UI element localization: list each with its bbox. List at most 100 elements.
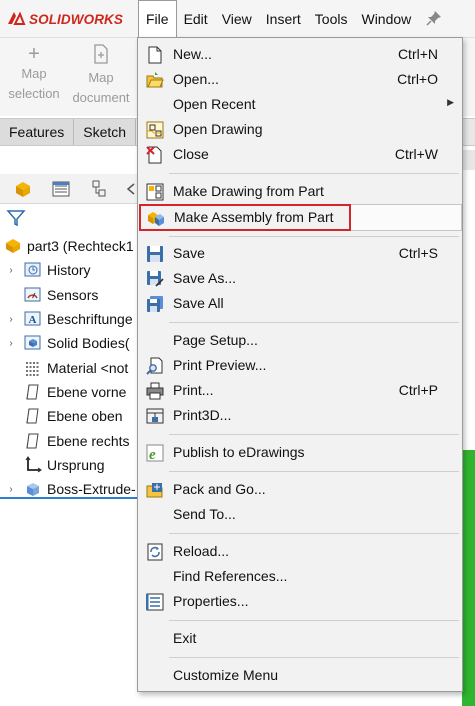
menu-item-publish-edrawings[interactable]: e Publish to eDrawings <box>138 441 462 465</box>
filter-icon[interactable] <box>6 208 26 228</box>
menu-item-make-assembly[interactable]: Make Assembly from Part <box>139 204 351 231</box>
menu-item-label: Pack and Go... <box>173 481 266 497</box>
tree-item-label: Ebene rechts <box>47 432 130 449</box>
expand-arrow-icon[interactable]: › <box>6 314 16 325</box>
menu-item-label: Close <box>173 146 209 162</box>
map-document-button[interactable]: Map document <box>68 44 134 108</box>
menu-item-find-references[interactable]: Find References... <box>138 565 462 589</box>
tree-rollback-bar[interactable] <box>0 497 140 499</box>
menu-item-reload[interactable]: Reload... <box>138 540 462 564</box>
solidworks-logo: SOLIDWORKS <box>6 9 123 29</box>
tree-item-material[interactable]: Material <not <box>0 355 140 379</box>
tree-item-label: Sensors <box>47 286 99 303</box>
property-manager-icon[interactable] <box>50 178 72 200</box>
tree-item-label: part3 (Rechteck1 <box>27 238 134 255</box>
open-folder-icon <box>146 71 164 89</box>
menu-item-label: Send To... <box>173 506 236 522</box>
menu-item-exit[interactable]: Exit <box>138 627 462 651</box>
menu-tools[interactable]: Tools <box>308 0 355 38</box>
tree-item-label: Ursprung <box>47 456 105 473</box>
menu-item-save-all[interactable]: Save All <box>138 292 462 316</box>
tree-item-solid-bodies[interactable]: › Solid Bodies( <box>0 331 140 355</box>
menu-item-label: Find References... <box>173 568 288 584</box>
tree-item-part3[interactable]: part3 (Rechteck1 <box>0 234 140 258</box>
menu-insert[interactable]: Insert <box>259 0 308 38</box>
annotations-icon: A <box>24 310 42 328</box>
plane-icon <box>24 383 42 401</box>
menu-edit[interactable]: Edit <box>177 0 215 38</box>
feature-manager-header <box>0 147 140 175</box>
menu-item-label: Make Drawing from Part <box>173 183 324 199</box>
menu-item-shortcut: Ctrl+N <box>397 46 438 62</box>
save-all-icon <box>146 295 164 313</box>
file-menu-dropdown: New... Ctrl+N Open... Ctrl+O Open Recent… <box>137 37 463 692</box>
tree-item-label: Boss-Extrude- <box>47 481 136 498</box>
menu-item-page-setup[interactable]: Page Setup... <box>138 329 462 353</box>
configuration-manager-icon[interactable] <box>88 178 110 200</box>
tree-item-origin[interactable]: Ursprung <box>0 453 140 477</box>
open-drawing-icon <box>146 121 164 139</box>
menu-file[interactable]: File <box>138 0 177 38</box>
print-preview-icon <box>146 357 164 375</box>
tree-item-sensors[interactable]: Sensors <box>0 283 140 307</box>
menu-item-properties[interactable]: Properties... <box>138 590 462 614</box>
tree-item-label: Beschriftunge <box>47 311 133 328</box>
menu-item-label: Open Drawing <box>173 121 263 137</box>
menu-item-pack-and-go[interactable]: Pack and Go... <box>138 478 462 502</box>
more-tabs-icon[interactable] <box>124 178 138 200</box>
solid-bodies-icon <box>24 334 42 352</box>
expand-arrow-icon[interactable]: › <box>6 484 16 495</box>
map-document-label-2: document <box>72 90 130 105</box>
menu-item-label: Customize Menu <box>173 667 279 683</box>
menu-item-print-preview[interactable]: Print Preview... <box>138 354 462 378</box>
menu-item-open-recent[interactable]: Open Recent ▶ <box>138 93 462 117</box>
tab-sketch[interactable]: Sketch <box>74 119 137 145</box>
menu-separator <box>169 533 459 534</box>
menu-item-save-as[interactable]: Save As... <box>138 267 462 291</box>
tab-features[interactable]: Features <box>0 119 75 145</box>
sensors-icon <box>24 286 42 304</box>
menu-item-customize-menu[interactable]: Customize Menu <box>138 664 462 688</box>
menu-separator <box>169 173 459 174</box>
feature-manager-tree-icon[interactable] <box>12 178 34 200</box>
menu-separator <box>169 657 459 658</box>
expand-arrow-icon[interactable]: › <box>6 265 16 276</box>
tree-item-plane-right[interactable]: Ebene rechts <box>0 428 140 452</box>
menu-view[interactable]: View <box>215 0 259 38</box>
menu-item-open-drawing[interactable]: Open Drawing <box>138 118 462 142</box>
new-document-icon <box>146 46 164 64</box>
map-selection-label-2: selection <box>8 86 60 101</box>
menu-item-save[interactable]: Save Ctrl+S <box>138 242 462 266</box>
menu-item-print3d[interactable]: Print3D... <box>138 404 462 428</box>
menu-item-label: Publish to eDrawings <box>173 444 305 460</box>
menu-item-shortcut: Ctrl+O <box>397 71 438 87</box>
part-icon <box>4 237 22 255</box>
menu-item-new[interactable]: New... Ctrl+N <box>138 43 462 67</box>
menu-item-make-drawing[interactable]: Make Drawing from Part <box>138 180 462 204</box>
plane-icon <box>24 432 42 450</box>
pack-and-go-icon <box>146 481 164 499</box>
menu-item-shortcut: Ctrl+P <box>398 382 438 398</box>
model-geometry[interactable] <box>462 450 475 706</box>
pin-icon[interactable] <box>426 10 442 26</box>
menu-item-print[interactable]: Print... Ctrl+P <box>138 379 462 403</box>
tree-item-label: Material <not <box>47 359 129 376</box>
edrawings-icon: e <box>146 444 164 463</box>
solidworks-window: SOLIDWORKS File Edit View Insert Tools W… <box>0 0 475 706</box>
menu-item-label: Open... <box>173 71 219 87</box>
menu-item-close[interactable]: Close Ctrl+W <box>138 143 462 167</box>
tree-item-plane-top[interactable]: Ebene oben <box>0 404 140 428</box>
material-icon <box>24 359 42 377</box>
make-drawing-icon <box>146 183 164 201</box>
tree-item-plane-front[interactable]: Ebene vorne <box>0 380 140 404</box>
tree-item-history[interactable]: › History <box>0 258 140 282</box>
expand-arrow-icon[interactable]: › <box>6 338 16 349</box>
history-icon <box>24 261 42 279</box>
save-as-icon <box>146 270 164 288</box>
menu-item-open[interactable]: Open... Ctrl+O <box>138 68 462 92</box>
menu-window[interactable]: Window <box>354 0 418 38</box>
tree-item-annotations[interactable]: › A Beschriftunge <box>0 307 140 331</box>
menu-item-send-to[interactable]: Send To... <box>138 503 462 527</box>
menu-item-label: New... <box>173 46 212 62</box>
map-selection-button[interactable]: + Map selection <box>5 44 63 104</box>
